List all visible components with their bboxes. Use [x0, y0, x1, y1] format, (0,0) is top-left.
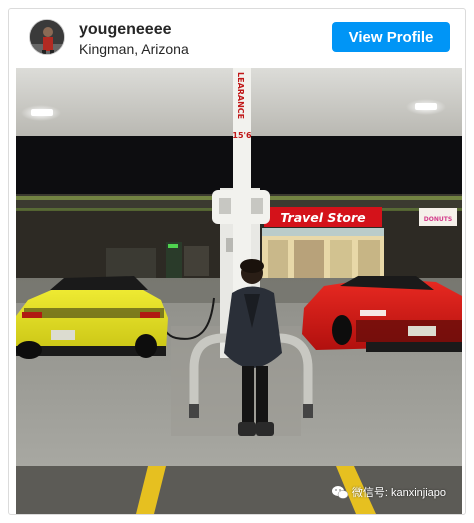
clearance-sign: LEARANCE — [236, 72, 245, 119]
username[interactable]: yougeneeee — [79, 21, 171, 39]
wechat-icon — [331, 485, 348, 499]
watermark-text: 微信号: kanxinjiapo — [351, 487, 446, 499]
post-card: yougeneeee Kingman, Arizona View Profile — [8, 8, 466, 515]
donut-sign-text: DONUTS — [424, 216, 452, 223]
location[interactable]: Kingman, Arizona — [79, 41, 189, 57]
travel-store-sign-text: Travel Store — [280, 210, 365, 225]
canopy-light — [31, 109, 53, 116]
watermark: 微信号: kanxinjiapo — [331, 484, 446, 500]
post-photo: Travel Store DONUTS LEARANCE 15'6 微信号: k… — [16, 68, 462, 514]
red-corvette — [302, 276, 462, 352]
canopy-light — [415, 103, 437, 110]
post-header: yougeneeee Kingman, Arizona View Profile — [9, 9, 465, 67]
clearance-height: 15'6 — [232, 131, 252, 140]
view-profile-button[interactable]: View Profile — [332, 22, 450, 52]
avatar[interactable] — [29, 19, 65, 55]
